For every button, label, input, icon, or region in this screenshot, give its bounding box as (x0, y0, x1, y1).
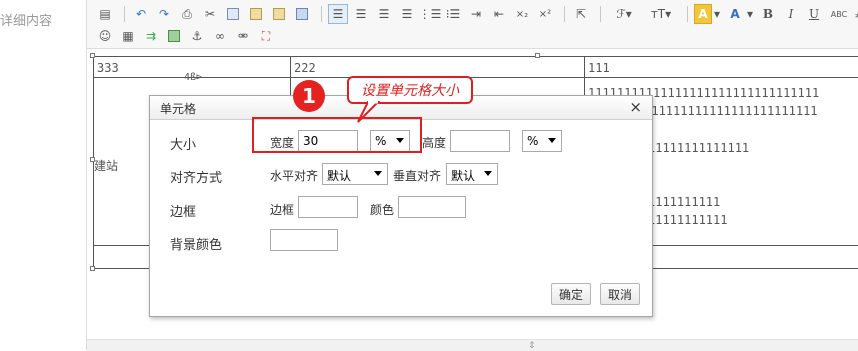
size-row-label: 大小 (170, 138, 197, 153)
border-row-label: 边框 (170, 205, 197, 220)
table-icon[interactable]: ▦ (118, 26, 138, 46)
dialog-title: 单元格 (160, 102, 197, 116)
align-left-icon[interactable]: ☰ (328, 4, 348, 24)
font-size-glyph: тT (650, 7, 666, 21)
indent-icon[interactable]: ⇥ (466, 4, 486, 24)
bgcolor-dropdown-icon[interactable]: ▾ (712, 4, 722, 24)
v-align-select[interactable]: 默认 (446, 163, 498, 185)
underline-icon[interactable]: U (804, 4, 824, 24)
copy-icon[interactable] (223, 4, 243, 24)
table-cell-line: 1111111111 (648, 195, 721, 209)
toolbar-separator (600, 6, 601, 22)
print-icon[interactable]: ⎙ (177, 4, 197, 24)
ordered-list-icon[interactable]: ⋮☰ (419, 4, 442, 24)
outdent-icon[interactable]: ⇤ (489, 4, 509, 24)
color-dropdown-icon[interactable]: ▾ (745, 4, 755, 24)
toolbar-row-2: ☺ ▦ ⇉ ⚓ ∞ ⚮ ⛶ (95, 25, 279, 47)
callout-label: 设置单元格大小 (347, 76, 473, 104)
resize-handle[interactable] (535, 53, 540, 58)
resize-handle[interactable] (90, 53, 95, 58)
bgcolor-row-label: 背景颜色 (170, 238, 223, 253)
align-row-label: 对齐方式 (170, 171, 223, 186)
more-icon[interactable]: ⁂ (854, 4, 858, 24)
height-input[interactable] (450, 130, 510, 152)
superscript-icon[interactable]: ×² (535, 4, 555, 24)
table-cell: 222 (294, 61, 316, 75)
cancel-button[interactable]: 取消 (600, 283, 640, 305)
align-right-icon[interactable]: ☰ (374, 4, 394, 24)
step-badge: 1 (293, 80, 325, 112)
border-width-input[interactable] (298, 196, 358, 218)
toolbar-separator (564, 6, 565, 22)
h-align-label: 水平对齐 (270, 169, 319, 183)
table-cell-fragment: 4ß⊳ (184, 72, 203, 83)
border-color-label: 颜色 (370, 203, 395, 217)
bgcolor-input[interactable] (270, 229, 338, 251)
field-label-content: 详细内容 (0, 14, 53, 29)
emoticon-icon[interactable]: ☺ (95, 26, 115, 46)
height-unit-select[interactable]: % (522, 130, 562, 152)
align-center-icon[interactable]: ☰ (351, 4, 371, 24)
italic-icon[interactable]: I (781, 4, 801, 24)
border-label: 边框 (270, 203, 295, 217)
source-icon[interactable]: ▤ (95, 4, 115, 24)
h-align-value: 默认 (327, 169, 352, 183)
border-color-input[interactable] (398, 196, 466, 218)
chevron-down-icon (484, 171, 492, 176)
resize-handle[interactable] (90, 157, 95, 162)
toolbar-separator (687, 6, 688, 22)
table-cell: 333 (97, 61, 119, 75)
v-align-label: 垂直对齐 (393, 169, 442, 183)
link-icon[interactable]: ∞ (210, 26, 230, 46)
chevron-down-icon (374, 171, 382, 176)
paste-text-icon[interactable] (269, 4, 289, 24)
highlight-box (252, 117, 422, 153)
ok-button[interactable]: 确定 (551, 283, 591, 305)
table-cell: 111 (588, 61, 610, 75)
unlink-icon[interactable]: ⚮ (233, 26, 253, 46)
redo-icon[interactable]: ↷ (154, 4, 174, 24)
toolbar-separator (321, 6, 322, 22)
image-icon[interactable] (164, 26, 184, 46)
fullscreen-icon[interactable]: ⛶ (256, 26, 276, 46)
font-size-icon[interactable]: тT ▾ (644, 4, 678, 24)
close-icon[interactable]: × (629, 98, 642, 116)
table-row-border (94, 77, 858, 78)
editor-toolbar: ▤ ↶ ↷ ⎙ ✂ ☰ ☰ ☰ ☰ ⋮☰ ⁝☰ ⇥ ⇤ ×₂ ×² ⇱ ℱ ▾ т… (87, 0, 858, 49)
height-unit-value: % (527, 134, 539, 148)
paste-word-icon[interactable] (292, 4, 312, 24)
resize-handle[interactable] (90, 266, 95, 271)
h-align-select[interactable]: 默认 (322, 163, 388, 185)
align-justify-icon[interactable]: ☰ (397, 4, 417, 24)
cut-icon[interactable]: ✂ (200, 4, 220, 24)
table-cell-line: 11111111111 (648, 213, 728, 227)
font-family-glyph: ℱ (616, 7, 626, 21)
subscript-icon[interactable]: ×₂ (512, 4, 532, 24)
paste-icon[interactable] (246, 4, 266, 24)
unordered-list-icon[interactable]: ⁝☰ (443, 4, 463, 24)
v-align-value: 默认 (451, 169, 476, 183)
undo-icon[interactable]: ↶ (131, 4, 151, 24)
table-cell-line: 11111111111111 (648, 141, 750, 155)
chevron-down-icon (548, 138, 556, 143)
table-cell-text: 建站 (94, 159, 119, 173)
toolbar-separator (124, 6, 125, 22)
editor-statusbar (87, 339, 858, 351)
strikethrough-icon[interactable]: ABC (827, 4, 851, 24)
select-pointer-icon[interactable]: ⇱ (571, 4, 591, 24)
insert-hr-icon[interactable]: ⇉ (141, 26, 161, 46)
toolbar-row-1: ▤ ↶ ↷ ⎙ ✂ ☰ ☰ ☰ ☰ ⋮☰ ⁝☰ ⇥ ⇤ ×₂ ×² ⇱ ℱ ▾ т… (95, 3, 858, 25)
bold-icon[interactable]: B (758, 4, 778, 24)
text-color-icon[interactable]: A (725, 4, 745, 24)
height-label: 高度 (422, 136, 447, 150)
font-family-icon[interactable]: ℱ ▾ (607, 4, 641, 24)
anchor-icon[interactable]: ⚓ (187, 26, 207, 46)
text-bgcolor-icon[interactable]: A (694, 4, 712, 24)
